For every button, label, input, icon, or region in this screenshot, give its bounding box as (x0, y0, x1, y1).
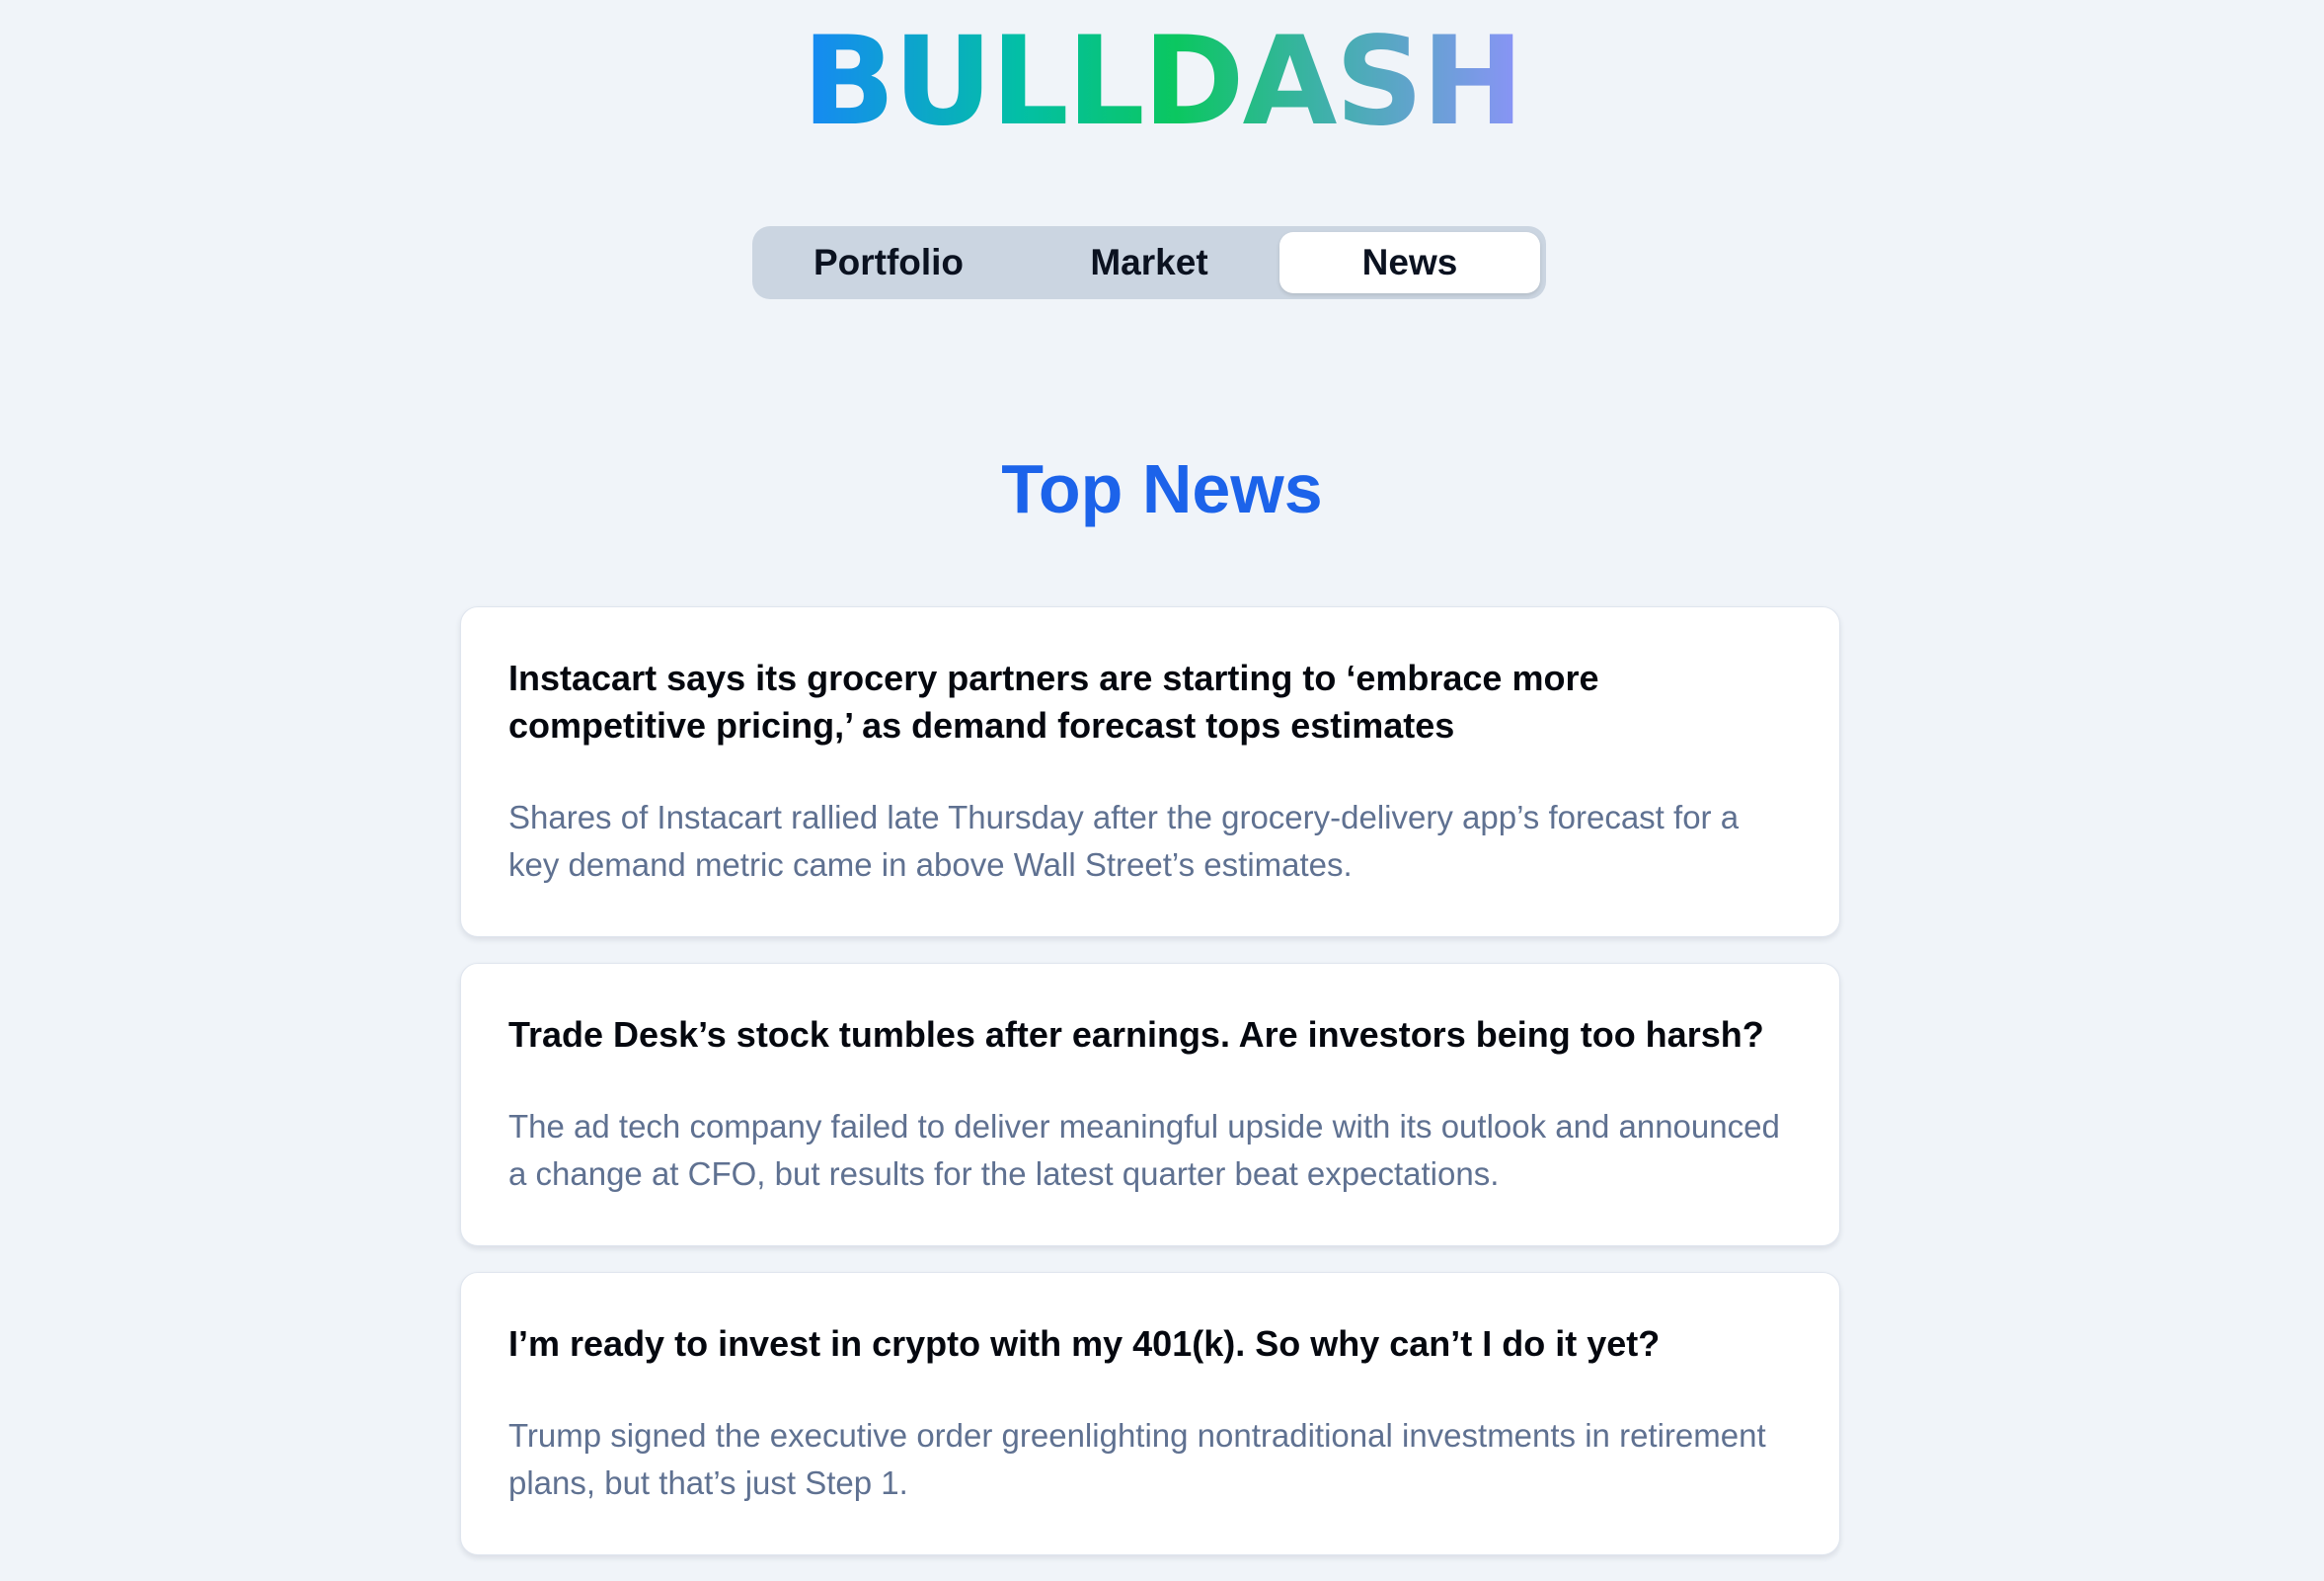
tab-news[interactable]: News (1279, 232, 1540, 293)
page-title: Top News (1001, 450, 1323, 527)
news-list: Instacart says its grocery partners are … (460, 606, 1840, 1581)
news-card[interactable]: Trade Desk’s stock tumbles after earning… (460, 963, 1840, 1246)
news-summary: The ad tech company failed to deliver me… (508, 1108, 1780, 1192)
news-headline[interactable]: Trade Desk’s stock tumbles after earning… (508, 1011, 1792, 1059)
news-summary: Trump signed the executive order greenli… (508, 1417, 1766, 1501)
news-card[interactable]: Instacart says its grocery partners are … (460, 606, 1840, 937)
tab-portfolio[interactable]: Portfolio (758, 232, 1019, 293)
news-summary: Shares of Instacart rallied late Thursda… (508, 799, 1740, 883)
main-tabs: Portfolio Market News (752, 226, 1546, 299)
app-logo-text: BULLDASH (802, 11, 1523, 153)
news-headline[interactable]: I’m ready to invest in crypto with my 40… (508, 1320, 1792, 1368)
app-logo: BULLDASH (0, 18, 2324, 146)
tab-market[interactable]: Market (1019, 232, 1279, 293)
news-card[interactable]: I’m ready to invest in crypto with my 40… (460, 1272, 1840, 1555)
news-headline[interactable]: Instacart says its grocery partners are … (508, 655, 1792, 750)
